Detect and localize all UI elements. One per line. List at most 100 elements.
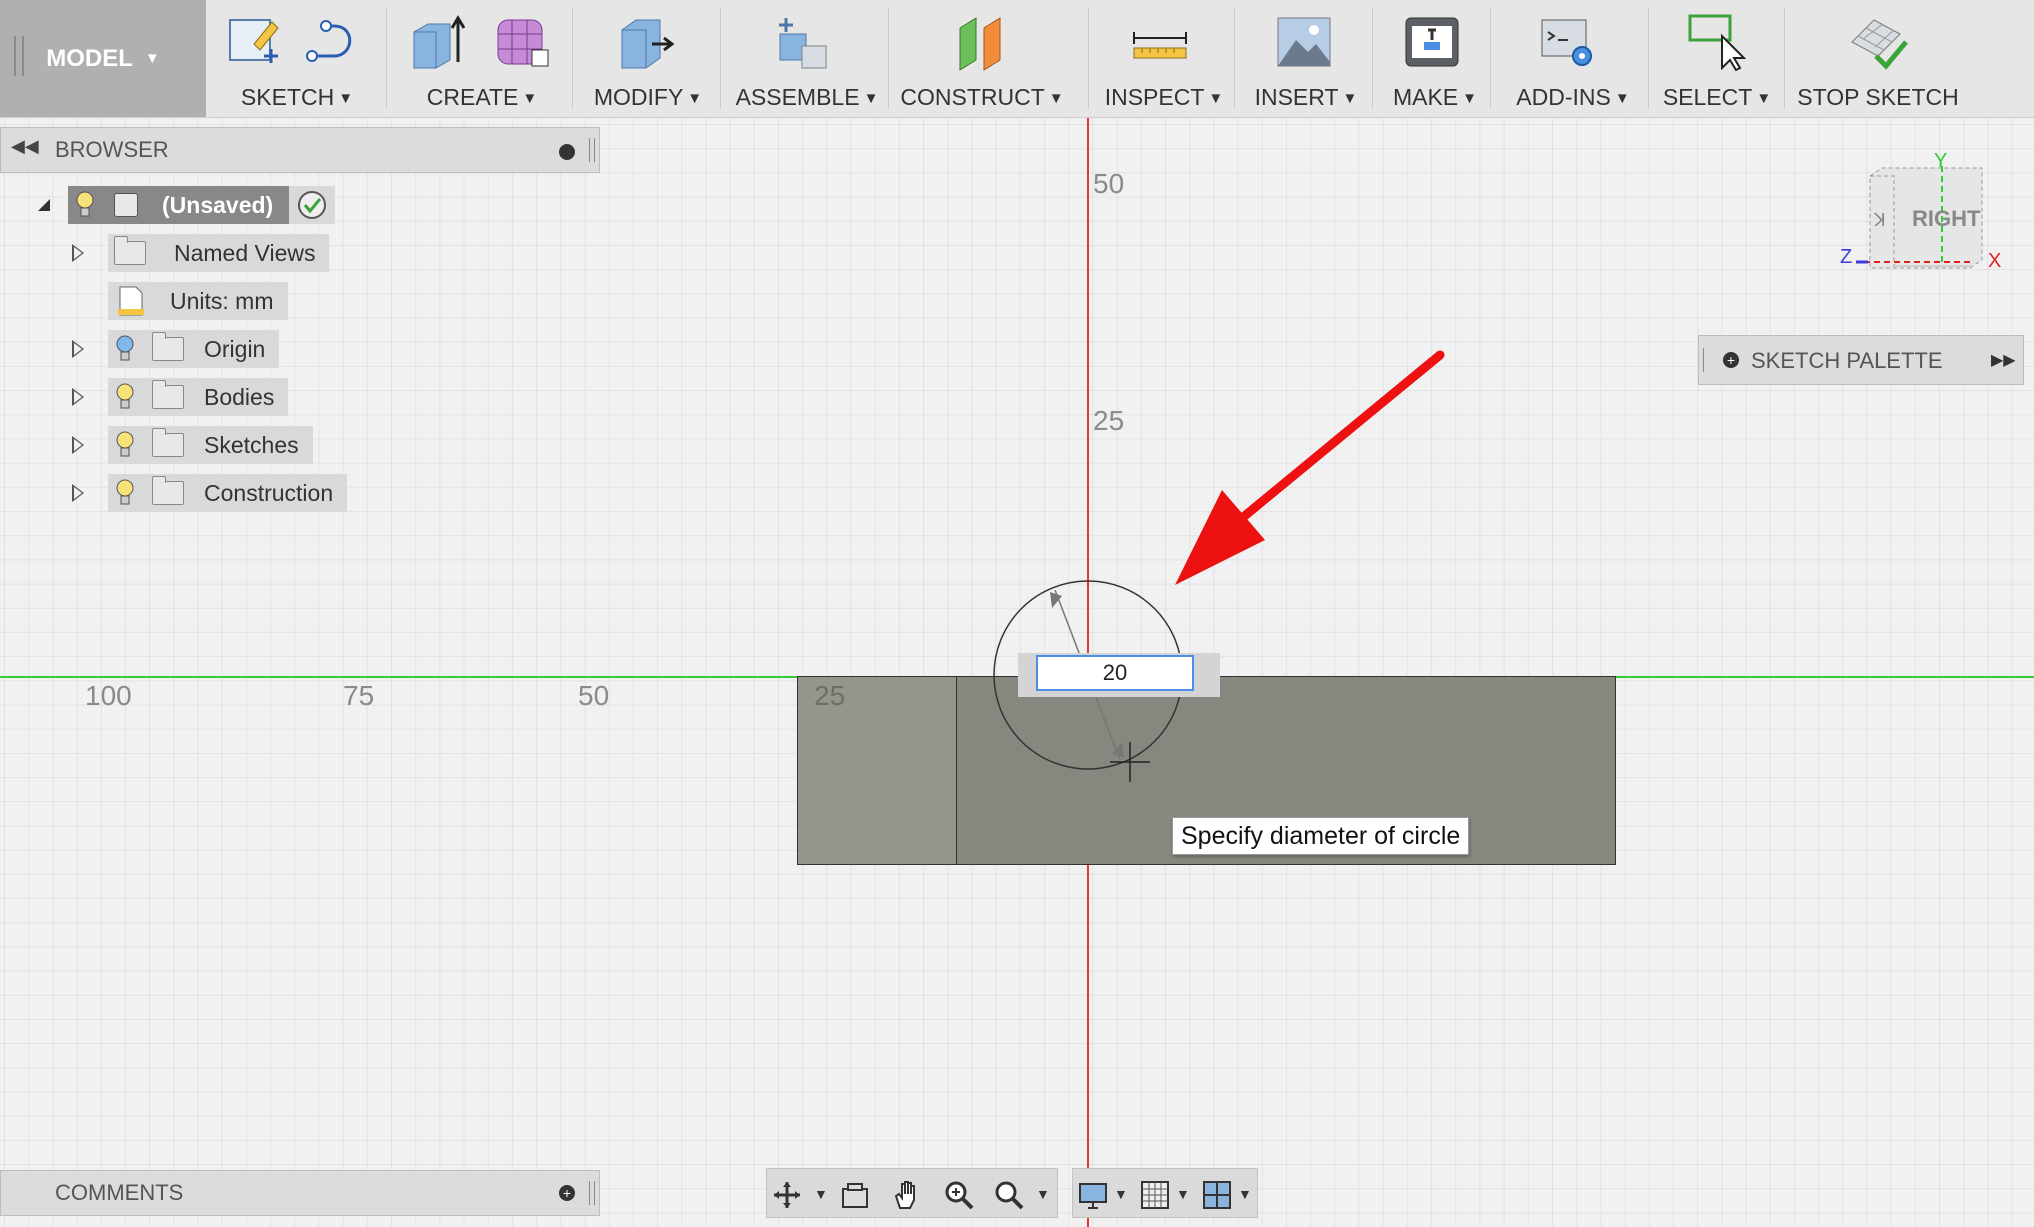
browser-item-origin[interactable]: Origin: [72, 330, 280, 368]
expand-triangle-icon[interactable]: [72, 340, 84, 358]
activate-check-icon[interactable]: [297, 190, 327, 220]
toolbar-divider: [720, 8, 721, 108]
insert-menu[interactable]: INSERT ▼: [1238, 0, 1374, 117]
panel-grip-icon[interactable]: [1703, 348, 1708, 372]
expand-triangle-icon[interactable]: [72, 484, 84, 502]
sketch-menu[interactable]: SKETCH ▼: [212, 0, 382, 117]
viewcube[interactable]: RIGHT ꓘ Y X Z: [1834, 150, 2014, 280]
insert-image-icon[interactable]: [1274, 12, 1334, 72]
diameter-input[interactable]: [1036, 655, 1194, 691]
chevron-down-icon: ▼: [1462, 90, 1478, 107]
viewcube-face-label[interactable]: RIGHT: [1912, 206, 1980, 232]
annotation-arrow-head: [1175, 490, 1265, 585]
expand-triangle-icon[interactable]: [72, 244, 84, 262]
orbit-icon[interactable]: [772, 1180, 802, 1210]
make-menu[interactable]: MAKE ▼: [1376, 0, 1494, 117]
chevron-down-icon: ▼: [144, 50, 160, 67]
project-include-icon[interactable]: [304, 12, 364, 72]
workspace-switcher[interactable]: MODEL ▼: [0, 0, 206, 117]
create-sketch-icon[interactable]: [224, 12, 284, 72]
viewports-icon[interactable]: [1202, 1180, 1232, 1210]
toolbar-divider: [572, 8, 573, 108]
offset-plane-icon[interactable]: [952, 12, 1012, 72]
chevron-down-icon: ▼: [863, 90, 879, 107]
collapse-triangle-icon[interactable]: [38, 199, 50, 211]
chevron-down-icon[interactable]: ▼: [1238, 1186, 1252, 1202]
look-at-icon[interactable]: [840, 1180, 870, 1210]
fit-zoom-icon[interactable]: [994, 1180, 1024, 1210]
modify-menu-label: MODIFY: [593, 84, 684, 110]
folder-icon: [152, 380, 184, 409]
measure-icon[interactable]: [1130, 12, 1190, 72]
stop-sketch-button[interactable]: STOP SKETCH: [1790, 0, 1966, 117]
press-pull-icon[interactable]: [616, 12, 676, 72]
sketch-palette-title: SKETCH PALETTE: [1751, 348, 1943, 373]
select-menu[interactable]: SELECT ▼: [1652, 0, 1782, 117]
collapse-panel-icon[interactable]: ◀◀: [11, 136, 39, 157]
panel-grip-icon[interactable]: [589, 138, 595, 162]
add-comment-icon[interactable]: +: [559, 1185, 575, 1201]
browser-item-named-views[interactable]: Named Views: [72, 234, 330, 272]
grid-settings-icon[interactable]: [1140, 1180, 1170, 1210]
3d-print-icon[interactable]: [1402, 12, 1462, 72]
minimize-icon[interactable]: [559, 144, 575, 160]
browser-header[interactable]: ◀◀ BROWSER: [0, 127, 600, 173]
folder-icon: [152, 476, 184, 505]
browser-item-bodies[interactable]: Bodies: [72, 378, 289, 416]
display-settings-icon[interactable]: [1078, 1180, 1108, 1210]
add-ins-menu[interactable]: ADD-INS ▼: [1496, 0, 1650, 117]
comments-header[interactable]: COMMENTS +: [0, 1170, 600, 1216]
create-form-icon[interactable]: [492, 12, 552, 72]
modify-menu[interactable]: MODIFY ▼: [578, 0, 718, 117]
expand-plus-icon[interactable]: +: [1723, 352, 1739, 368]
create-menu[interactable]: CREATE ▼: [392, 0, 572, 117]
sketch-palette-header[interactable]: + SKETCH PALETTE ▶▶: [1698, 335, 2024, 385]
visibility-bulb-icon[interactable]: [116, 334, 134, 364]
workspace-label: MODEL: [46, 44, 133, 72]
chevron-down-icon[interactable]: ▼: [1036, 1186, 1050, 1202]
item-label: Origin: [204, 335, 266, 362]
visibility-bulb-icon[interactable]: [76, 190, 94, 220]
browser-item-sketches[interactable]: Sketches: [72, 426, 313, 464]
expand-triangle-icon[interactable]: [72, 388, 84, 406]
folder-icon: [152, 332, 184, 361]
chevron-down-icon[interactable]: ▼: [1176, 1186, 1190, 1202]
expand-triangle-icon[interactable]: [72, 436, 84, 454]
toolbar-divider: [1234, 8, 1235, 108]
panel-grip-icon[interactable]: [589, 1181, 595, 1205]
chevron-down-icon: ▼: [1614, 90, 1630, 107]
inspect-menu[interactable]: INSPECT ▼: [1092, 0, 1236, 117]
toolbar-grip-icon[interactable]: [14, 36, 24, 76]
extrude-icon[interactable]: [408, 12, 468, 72]
toolbar-divider: [1372, 8, 1373, 108]
item-label: Bodies: [204, 383, 275, 410]
browser-item-units[interactable]: Units: mm: [108, 282, 288, 320]
visibility-bulb-icon[interactable]: [116, 478, 134, 508]
item-label: Named Views: [174, 239, 316, 266]
toolbar-divider: [1648, 8, 1649, 108]
construct-menu-label: CONSTRUCT: [900, 84, 1045, 110]
pan-hand-icon[interactable]: [892, 1180, 922, 1210]
scripts-addins-icon[interactable]: [1538, 12, 1598, 72]
expand-panel-icon[interactable]: ▶▶: [1991, 350, 2016, 370]
item-label: Construction: [204, 479, 334, 506]
assemble-menu[interactable]: ASSEMBLE ▼: [724, 0, 890, 117]
chevron-down-icon: ▼: [522, 90, 538, 107]
stop-sketch-icon[interactable]: [1848, 12, 1908, 72]
new-component-icon[interactable]: [772, 12, 832, 72]
chevron-down-icon[interactable]: ▼: [814, 1186, 828, 1202]
construct-menu[interactable]: CONSTRUCT ▼: [894, 0, 1070, 117]
select-cursor-icon[interactable]: [1686, 12, 1746, 72]
tooltip: Specify diameter of circle: [1172, 817, 1470, 855]
add-ins-menu-label: ADD-INS: [1516, 84, 1611, 110]
browser-root-node[interactable]: (Unsaved): [38, 186, 336, 224]
create-menu-label: CREATE: [426, 84, 519, 110]
visibility-bulb-icon[interactable]: [116, 430, 134, 460]
chevron-down-icon[interactable]: ▼: [1114, 1186, 1128, 1202]
toolbar-divider: [888, 8, 889, 108]
visibility-bulb-icon[interactable]: [116, 382, 134, 412]
zoom-icon[interactable]: [944, 1180, 974, 1210]
browser-item-construction[interactable]: Construction: [72, 474, 348, 512]
insert-menu-label: INSERT: [1254, 84, 1339, 110]
toolbar-divider: [386, 8, 387, 108]
